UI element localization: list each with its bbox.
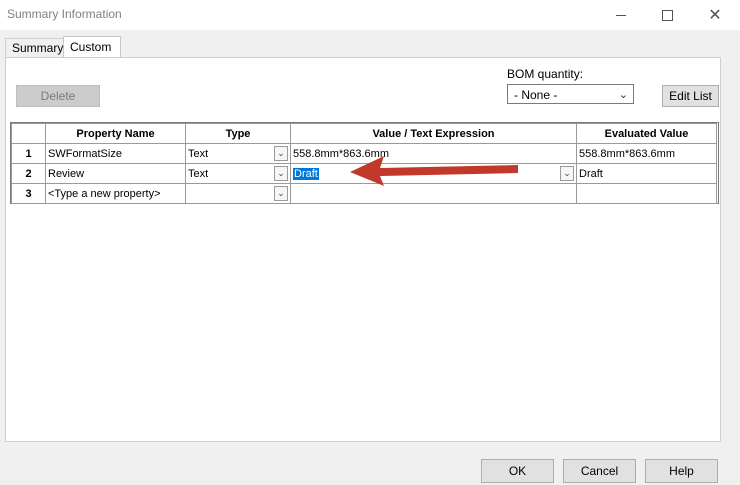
chevron-down-icon: ⌄	[618, 89, 628, 101]
new-property-cell[interactable]: <Type a new property>	[45, 183, 186, 204]
type-value: Text	[188, 147, 209, 160]
tab-summary[interactable]: Summary	[5, 38, 65, 58]
close-icon: ✕	[708, 7, 722, 24]
type-value: Text	[188, 167, 209, 180]
bom-quantity-select[interactable]: - None - ⌄	[507, 84, 634, 104]
property-name-cell[interactable]: Review	[45, 163, 186, 184]
table-row: 3 <Type a new property> ⌄	[11, 183, 717, 204]
value-cell-editing[interactable]: Draft ⌄	[290, 163, 577, 184]
title-bar: Summary Information ✕	[0, 0, 740, 30]
chevron-down-icon[interactable]: ⌄	[274, 166, 288, 181]
type-cell[interactable]: ⌄	[185, 183, 291, 204]
column-header-evaluated[interactable]: Evaluated Value	[576, 123, 717, 144]
column-header-property-name[interactable]: Property Name	[45, 123, 186, 144]
evaluated-cell: 558.8mm*863.6mm	[576, 143, 717, 164]
row-number[interactable]: 1	[11, 143, 46, 164]
bom-quantity-value: - None -	[514, 88, 558, 102]
minimize-icon	[616, 14, 626, 16]
value-cell[interactable]: 558.8mm*863.6mm	[290, 143, 577, 164]
window-title: Summary Information	[7, 7, 122, 21]
bom-quantity-label: BOM quantity:	[507, 67, 584, 81]
column-header-type[interactable]: Type	[185, 123, 291, 144]
chevron-down-icon[interactable]: ⌄	[560, 166, 574, 181]
maximize-icon	[661, 9, 673, 21]
maximize-button[interactable]	[644, 0, 690, 30]
tab-custom[interactable]: Custom	[63, 36, 121, 59]
chevron-down-icon[interactable]: ⌄	[274, 146, 288, 161]
minimize-button[interactable]	[598, 0, 644, 30]
properties-grid: Property Name Type Value / Text Expressi…	[10, 122, 719, 204]
value-input-selected[interactable]: Draft	[293, 167, 319, 180]
table-row: 2 Review Text ⌄ Draft ⌄ Draft	[11, 163, 717, 184]
type-cell[interactable]: Text ⌄	[185, 163, 291, 184]
row-number[interactable]: 3	[11, 183, 46, 204]
value-cell[interactable]	[290, 183, 577, 204]
delete-button[interactable]: Delete	[16, 85, 100, 107]
cancel-button[interactable]: Cancel	[563, 459, 636, 483]
close-button[interactable]: ✕	[692, 0, 738, 30]
help-button[interactable]: Help	[645, 459, 718, 483]
evaluated-cell: Draft	[576, 163, 717, 184]
ok-button[interactable]: OK	[481, 459, 554, 483]
evaluated-cell	[576, 183, 717, 204]
custom-properties-panel: Delete BOM quantity: - None - ⌄ Edit Lis…	[5, 57, 721, 442]
row-number[interactable]: 2	[11, 163, 46, 184]
type-cell[interactable]: Text ⌄	[185, 143, 291, 164]
property-name-cell[interactable]: SWFormatSize	[45, 143, 186, 164]
chevron-down-icon[interactable]: ⌄	[274, 186, 288, 201]
grid-header-row: Property Name Type Value / Text Expressi…	[11, 123, 717, 144]
column-header-value[interactable]: Value / Text Expression	[290, 123, 577, 144]
column-header-rownum	[11, 123, 46, 144]
edit-list-button[interactable]: Edit List	[662, 85, 719, 107]
table-row: 1 SWFormatSize Text ⌄ 558.8mm*863.6mm 55…	[11, 143, 717, 164]
